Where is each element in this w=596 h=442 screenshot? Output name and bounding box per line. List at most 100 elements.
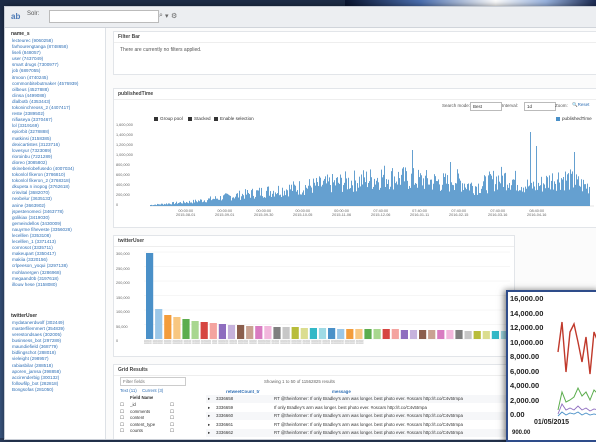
timeline-x-tick: 07:40:00 2016-01-11 bbox=[410, 209, 430, 217]
timeline-bar bbox=[374, 178, 375, 206]
twitter-bar bbox=[309, 328, 317, 339]
table-row[interactable]: ▸ 3336662 RT @theinformer: If only Bradley… bbox=[206, 429, 512, 437]
twitter-user-chart[interactable] bbox=[144, 250, 510, 340]
timeline-bar bbox=[377, 177, 378, 206]
col-header-message[interactable]: message bbox=[332, 389, 351, 394]
timeline-bar bbox=[537, 189, 538, 206]
timeline-bar bbox=[297, 190, 298, 206]
timeline-bar bbox=[549, 175, 550, 206]
field-name[interactable]: comments bbox=[130, 409, 150, 414]
timeline-bar bbox=[289, 184, 290, 206]
field-checkbox[interactable]: ☐ bbox=[120, 422, 124, 428]
timeline-bar bbox=[236, 193, 237, 206]
timeline-bar bbox=[400, 184, 401, 206]
timeline-bar bbox=[232, 197, 233, 206]
timeline-bar bbox=[371, 177, 372, 206]
timeline-bar bbox=[517, 184, 518, 206]
facet-item-name[interactable]: illouw hese (3158080) bbox=[12, 282, 105, 288]
col-header-retweet[interactable]: retweetCount_tr bbox=[226, 389, 260, 394]
field-checkbox[interactable]: ☐ bbox=[120, 409, 124, 415]
field-filter-input[interactable] bbox=[120, 377, 186, 386]
field-checkbox-2[interactable]: ☐ bbox=[170, 415, 174, 421]
timeline-bar bbox=[473, 193, 474, 206]
legend-series[interactable]: publishedTime bbox=[556, 116, 592, 121]
table-row[interactable]: ▸ 3336660 RT @theinformer: If only Bradley… bbox=[206, 412, 512, 420]
app-logo: ab bbox=[11, 12, 21, 21]
row-expand-icon[interactable]: ▸ bbox=[208, 396, 210, 402]
timeline-bar bbox=[500, 183, 501, 206]
timeline-bar bbox=[534, 186, 535, 206]
zoom-reset-link[interactable]: 🔍Reset bbox=[572, 102, 589, 108]
row-expand-icon[interactable]: ▸ bbox=[208, 430, 210, 436]
timeline-bar bbox=[348, 177, 349, 206]
field-name[interactable]: _id bbox=[130, 402, 136, 407]
timeline-bar bbox=[234, 198, 235, 206]
search-input[interactable] bbox=[49, 10, 159, 23]
timeline-bar bbox=[224, 194, 225, 206]
timeline-bar bbox=[200, 199, 201, 206]
timeline-bar bbox=[470, 183, 471, 206]
tab-current[interactable]: Current (3) bbox=[142, 388, 163, 393]
timeline-bar bbox=[238, 197, 239, 206]
field-checkbox-2[interactable]: ☐ bbox=[170, 409, 174, 415]
timeline-bar bbox=[518, 191, 519, 206]
timeline-bar bbox=[208, 198, 209, 206]
twitter-bar bbox=[446, 330, 454, 339]
table-row[interactable]: ▸ 3336658 RT @theinformer: If only Bradley… bbox=[206, 395, 512, 403]
timeline-bar bbox=[558, 172, 559, 206]
timeline-bar bbox=[277, 193, 278, 206]
legend-enable[interactable]: Enable selection bbox=[214, 116, 254, 121]
timeline-bar bbox=[423, 178, 424, 206]
legend-stacked[interactable]: Stacked bbox=[188, 116, 211, 121]
interval-select[interactable]: 1d bbox=[524, 102, 556, 111]
table-row[interactable]: ▸ 3336661 RT @theinformer: If only Bradley… bbox=[206, 420, 512, 429]
timeline-bar bbox=[498, 175, 499, 206]
row-expand-icon[interactable]: ▸ bbox=[208, 405, 210, 411]
legend-group[interactable]: Group pool bbox=[154, 116, 183, 121]
timeline-bar bbox=[493, 170, 494, 206]
timeline-y-tick: 800,000 bbox=[116, 163, 130, 167]
row-expand-icon[interactable]: ▸ bbox=[208, 413, 210, 419]
tab-all[interactable]: Text (11) bbox=[120, 388, 137, 393]
interval-label: Interval: bbox=[502, 103, 519, 108]
field-checkbox[interactable]: ☐ bbox=[120, 415, 124, 421]
settings-icon[interactable]: ⚙ bbox=[171, 12, 177, 20]
timeline-bar bbox=[202, 202, 203, 206]
timeline-bar bbox=[295, 185, 296, 206]
timeline-bar bbox=[177, 203, 178, 206]
search-icon[interactable]: ⌕ bbox=[159, 12, 163, 20]
timeline-y-tick: 600,000 bbox=[116, 173, 130, 177]
timeline-bar bbox=[522, 191, 523, 206]
timeline-bar bbox=[220, 196, 221, 206]
field-name[interactable]: content_type bbox=[130, 422, 155, 427]
filter-icon[interactable]: ▾ bbox=[165, 12, 169, 20]
timeline-bar bbox=[269, 195, 270, 206]
field-checkbox[interactable]: ☐ bbox=[120, 428, 124, 434]
field-name[interactable]: content bbox=[130, 415, 144, 420]
facet-title-name: name_s bbox=[11, 31, 30, 37]
search-mode-select[interactable]: Best bbox=[470, 102, 502, 111]
facet-list-name: lecteurec (9060258) farhourengtanga (8748… bbox=[5, 38, 105, 288]
timeline-bar bbox=[409, 185, 410, 206]
field-checkbox-2[interactable]: ☐ bbox=[170, 422, 174, 428]
twitter-bar bbox=[291, 327, 299, 339]
field-checkbox-2[interactable]: ☐ bbox=[170, 402, 174, 408]
timeline-bar bbox=[296, 191, 297, 206]
timeline-bar bbox=[293, 181, 294, 206]
table-row[interactable]: ▸ 3336659 If only Bradley's arm was longer… bbox=[206, 403, 512, 412]
timeline-bar bbox=[551, 180, 552, 206]
row-message: RT @theinformer: If only Bradley's arm w… bbox=[274, 413, 463, 418]
timeline-bar bbox=[435, 176, 436, 206]
timeline-chart[interactable] bbox=[150, 125, 594, 207]
field-checkbox-2[interactable]: ☐ bbox=[170, 428, 174, 434]
timeline-bar bbox=[431, 179, 432, 206]
timeline-bar bbox=[385, 186, 386, 206]
timeline-panel: publishedTime Search mode: Best Interval… bbox=[113, 88, 596, 228]
row-expand-icon[interactable]: ▸ bbox=[208, 422, 210, 428]
timeline-bar bbox=[570, 169, 571, 206]
field-checkbox[interactable]: ☐ bbox=[120, 402, 124, 408]
facet-item-twitter[interactable]: Bongsofas (281050) bbox=[12, 387, 105, 393]
timeline-bar bbox=[554, 181, 555, 206]
timeline-bar bbox=[331, 192, 332, 206]
field-name[interactable]: counts bbox=[130, 428, 143, 433]
